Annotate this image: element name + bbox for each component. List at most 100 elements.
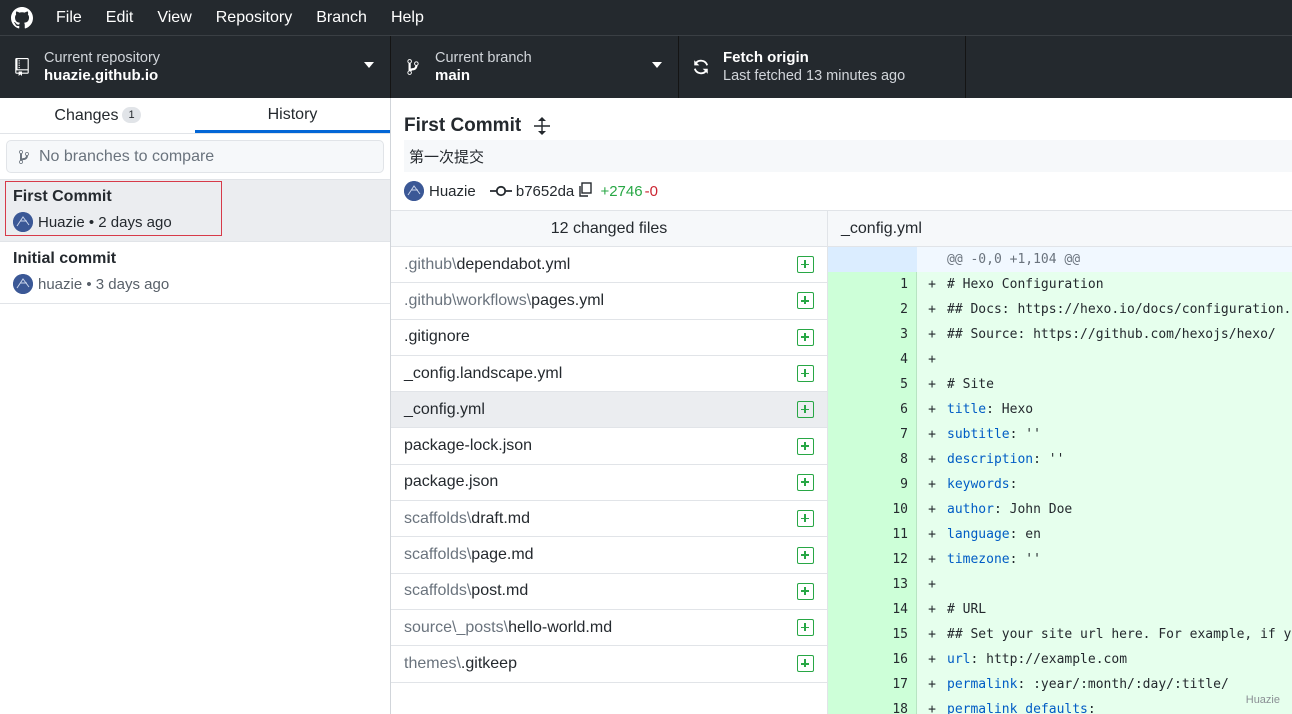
file-name: .gitignore [404, 328, 470, 346]
line-content [947, 572, 1292, 597]
menu-branch[interactable]: Branch [304, 0, 379, 35]
file-list-item[interactable]: package-lock.json [391, 428, 827, 465]
file-directory: .github\ [404, 255, 457, 273]
yaml-value: John Doe [1001, 502, 1073, 517]
added-marker: + [928, 527, 936, 542]
commit-meta: Huazie b7652da +2746 -0 [391, 172, 1292, 210]
file-path: source\_posts\hello-world.md [404, 619, 612, 637]
diff-line: 5 + # Site [828, 372, 1292, 397]
avatar [404, 181, 424, 201]
yaml-key: permalink_defaults [947, 702, 1088, 714]
sidebar: Changes 1 History No branches to compare … [0, 98, 391, 714]
file-list-item[interactable]: scaffolds\page.md [391, 537, 827, 574]
file-path: _config.landscape.yml [404, 365, 562, 383]
diff-line: 12 + timezone: '' [828, 547, 1292, 572]
yaml-key: timezone [947, 552, 1010, 567]
file-directory: themes\ [404, 654, 461, 672]
added-marker: + [928, 402, 936, 417]
file-list-item[interactable]: themes\.gitkeep [391, 646, 827, 683]
file-list-item[interactable]: _config.landscape.yml [391, 356, 827, 393]
chevron-down-icon [364, 62, 374, 68]
diff-line: 10 + author: John Doe [828, 497, 1292, 522]
file-list-item[interactable]: .github\dependabot.yml [391, 247, 827, 284]
fetch-status: Last fetched 13 minutes ago [723, 68, 906, 84]
tab-history[interactable]: History [195, 98, 390, 133]
file-list-item[interactable]: .github\workflows\pages.yml [391, 283, 827, 320]
file-added-icon [797, 619, 814, 637]
fetch-title: Fetch origin [723, 49, 809, 66]
changed-files-list: 12 changed files .github\dependabot.yml.… [391, 211, 828, 714]
menu-edit[interactable]: Edit [94, 0, 146, 35]
file-list-item[interactable]: .gitignore [391, 320, 827, 356]
branch-compare-input[interactable]: No branches to compare [6, 140, 384, 173]
commit-list-item[interactable]: Initial commit huazie • 3 days ago [0, 242, 390, 304]
file-added-icon [797, 473, 814, 491]
file-name: _config.landscape.yml [404, 364, 563, 382]
copy-icon[interactable] [578, 181, 593, 201]
avatar [13, 212, 33, 232]
menu-repository[interactable]: Repository [204, 0, 304, 35]
yaml-value: '' [1040, 452, 1065, 467]
menu-help[interactable]: Help [379, 0, 436, 35]
file-added-icon [797, 582, 814, 600]
diff-file-name: _config.yml [828, 211, 1292, 247]
yaml-value: # Hexo Configuration [947, 277, 1104, 292]
yaml-value: ## Source: https://github.com/hexojs/hex… [947, 327, 1276, 342]
branch-icon [17, 149, 31, 165]
yaml-key: author [947, 502, 994, 517]
expand-icon[interactable] [533, 116, 551, 136]
line-number: 16 [872, 647, 917, 672]
branch-label: Current branch [435, 50, 532, 66]
commit-author: Huazie [429, 182, 476, 200]
added-marker: + [928, 552, 936, 567]
diff-line: 3 + ## Source: https://github.com/hexojs/h… [828, 322, 1292, 347]
file-list-item[interactable]: scaffolds\draft.md [391, 501, 827, 538]
commit-sha-text: b7652da [515, 182, 575, 200]
commit-header: First Commit 第一次提交 Huazie b7652da +2746 … [391, 98, 1292, 211]
commit-time: 3 days ago [95, 275, 170, 293]
hunk-text: @@ -0,0 +1,104 @@ [947, 252, 1081, 267]
current-branch-button[interactable]: Current branch main [391, 36, 679, 98]
file-path: themes\.gitkeep [404, 655, 517, 673]
tab-history-label: History [267, 106, 318, 123]
file-path: .github\dependabot.yml [404, 256, 570, 274]
diff-hunk-header: @@ -0,0 +1,104 @@ [828, 247, 1292, 272]
line-number: 6 [872, 397, 917, 422]
menu-view[interactable]: View [145, 0, 203, 35]
added-marker: + [928, 502, 936, 517]
commit-detail-pane: First Commit 第一次提交 Huazie b7652da +2746 … [391, 98, 1292, 714]
file-directory: scaffolds\ [404, 509, 472, 527]
line-content: subtitle: '' [947, 427, 1041, 442]
current-repository-button[interactable]: Current repository huazie.github.io [0, 36, 391, 98]
line-number: 2 [872, 297, 917, 322]
avatar [13, 274, 33, 294]
line-content: title: Hexo [947, 402, 1034, 417]
file-list-item[interactable]: package.json [391, 465, 827, 502]
fetch-origin-button[interactable]: Fetch origin Last fetched 13 minutes ago [679, 36, 966, 98]
menu-file[interactable]: File [44, 0, 94, 35]
chevron-down-icon [652, 62, 662, 68]
file-added-icon [797, 401, 814, 419]
branch-name: main [435, 67, 471, 84]
changed-files-header: 12 changed files [391, 211, 827, 247]
line-content: # Site [947, 372, 1292, 397]
line-content: author: John Doe [947, 502, 1073, 517]
file-name: _config.yml [404, 400, 485, 418]
line-content: # Hexo Configuration [947, 272, 1292, 297]
yaml-value: # Site [947, 377, 994, 392]
tab-changes[interactable]: Changes 1 [0, 98, 195, 133]
diff-line: 14 + # URL [828, 597, 1292, 622]
changes-count-badge: 1 [122, 107, 141, 123]
commit-list-item[interactable]: First Commit Huazie • 2 days ago [0, 180, 390, 242]
line-content: timezone: '' [947, 552, 1041, 567]
line-number: 18 [872, 697, 917, 714]
file-name: draft.md [471, 509, 530, 527]
deletions-count: -0 [644, 182, 658, 200]
file-list-item[interactable]: source\_posts\hello-world.md [391, 610, 827, 647]
yaml-key: url [947, 652, 971, 667]
file-list-item[interactable]: _config.yml [391, 392, 827, 429]
file-directory: source\_posts\ [404, 618, 509, 636]
line-number: 12 [872, 547, 917, 572]
line-number: 3 [872, 322, 917, 347]
file-list-item[interactable]: scaffolds\post.md [391, 574, 827, 610]
